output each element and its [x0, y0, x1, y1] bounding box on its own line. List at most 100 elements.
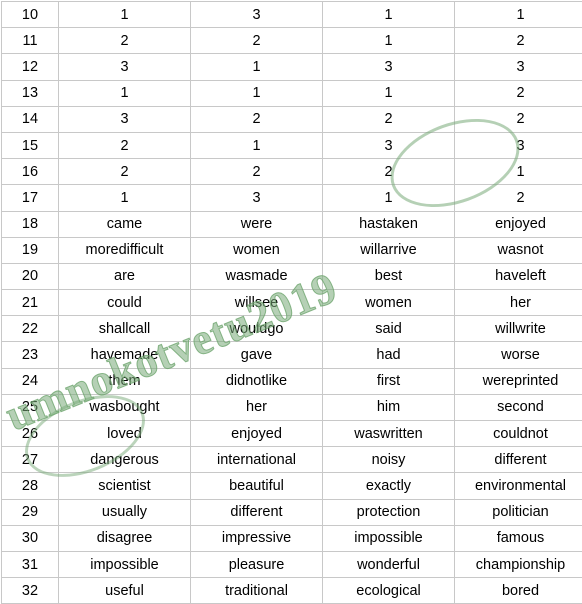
- row-number-cell[interactable]: 11: [2, 28, 59, 54]
- answer-cell-3[interactable]: exactly: [323, 473, 455, 499]
- answer-cell-2[interactable]: were: [191, 211, 323, 237]
- row-number-cell[interactable]: 15: [2, 132, 59, 158]
- answer-cell-3[interactable]: 2: [323, 159, 455, 185]
- answer-cell-4[interactable]: 2: [455, 28, 582, 54]
- answer-cell-2[interactable]: 1: [191, 54, 323, 80]
- answer-cell-1[interactable]: 1: [59, 185, 191, 211]
- answer-cell-1[interactable]: impossible: [59, 551, 191, 577]
- row-number-cell[interactable]: 16: [2, 159, 59, 185]
- answer-cell-2[interactable]: didnotlike: [191, 368, 323, 394]
- row-number-cell[interactable]: 18: [2, 211, 59, 237]
- answer-cell-4[interactable]: couldnot: [455, 421, 582, 447]
- answer-cell-3[interactable]: 2: [323, 106, 455, 132]
- answer-cell-2[interactable]: impressive: [191, 525, 323, 551]
- answer-cell-1[interactable]: 2: [59, 28, 191, 54]
- answer-cell-4[interactable]: wasnot: [455, 237, 582, 263]
- row-number-cell[interactable]: 32: [2, 578, 59, 604]
- answer-cell-2[interactable]: 2: [191, 28, 323, 54]
- answer-cell-3[interactable]: 1: [323, 2, 455, 28]
- answer-cell-2[interactable]: different: [191, 499, 323, 525]
- row-number-cell[interactable]: 20: [2, 263, 59, 289]
- answer-cell-2[interactable]: international: [191, 447, 323, 473]
- answer-cell-1[interactable]: 2: [59, 159, 191, 185]
- row-number-cell[interactable]: 24: [2, 368, 59, 394]
- answer-cell-1[interactable]: are: [59, 263, 191, 289]
- answer-cell-1[interactable]: usually: [59, 499, 191, 525]
- answer-cell-1[interactable]: havemade: [59, 342, 191, 368]
- answer-cell-4[interactable]: politician: [455, 499, 582, 525]
- row-number-cell[interactable]: 31: [2, 551, 59, 577]
- answer-cell-4[interactable]: 1: [455, 2, 582, 28]
- answer-cell-4[interactable]: environmental: [455, 473, 582, 499]
- answer-cell-3[interactable]: impossible: [323, 525, 455, 551]
- answer-cell-3[interactable]: hastaken: [323, 211, 455, 237]
- answer-cell-3[interactable]: first: [323, 368, 455, 394]
- row-number-cell[interactable]: 25: [2, 394, 59, 420]
- answer-cell-2[interactable]: enjoyed: [191, 421, 323, 447]
- answer-cell-2[interactable]: wasmade: [191, 263, 323, 289]
- answer-cell-1[interactable]: 1: [59, 2, 191, 28]
- answer-cell-2[interactable]: 3: [191, 185, 323, 211]
- answer-cell-1[interactable]: dangerous: [59, 447, 191, 473]
- answer-cell-1[interactable]: came: [59, 211, 191, 237]
- row-number-cell[interactable]: 22: [2, 316, 59, 342]
- answer-cell-2[interactable]: traditional: [191, 578, 323, 604]
- answer-cell-1[interactable]: loved: [59, 421, 191, 447]
- row-number-cell[interactable]: 23: [2, 342, 59, 368]
- answer-cell-4[interactable]: enjoyed: [455, 211, 582, 237]
- answer-cell-1[interactable]: 1: [59, 80, 191, 106]
- answer-cell-4[interactable]: 3: [455, 132, 582, 158]
- answer-cell-3[interactable]: wonderful: [323, 551, 455, 577]
- row-number-cell[interactable]: 19: [2, 237, 59, 263]
- answer-cell-1[interactable]: useful: [59, 578, 191, 604]
- answer-cell-4[interactable]: 3: [455, 54, 582, 80]
- answer-cell-1[interactable]: wasbought: [59, 394, 191, 420]
- answer-cell-1[interactable]: 3: [59, 54, 191, 80]
- answer-cell-3[interactable]: 3: [323, 132, 455, 158]
- answer-cell-4[interactable]: 2: [455, 80, 582, 106]
- row-number-cell[interactable]: 17: [2, 185, 59, 211]
- row-number-cell[interactable]: 12: [2, 54, 59, 80]
- answer-cell-1[interactable]: disagree: [59, 525, 191, 551]
- answer-cell-4[interactable]: different: [455, 447, 582, 473]
- row-number-cell[interactable]: 27: [2, 447, 59, 473]
- answer-cell-2[interactable]: women: [191, 237, 323, 263]
- answer-cell-2[interactable]: wouldgo: [191, 316, 323, 342]
- answer-cell-4[interactable]: 1: [455, 159, 582, 185]
- answer-cell-3[interactable]: willarrive: [323, 237, 455, 263]
- answer-cell-4[interactable]: second: [455, 394, 582, 420]
- answer-cell-2[interactable]: 2: [191, 159, 323, 185]
- row-number-cell[interactable]: 13: [2, 80, 59, 106]
- answer-cell-1[interactable]: moredifficult: [59, 237, 191, 263]
- answer-cell-4[interactable]: haveleft: [455, 263, 582, 289]
- answer-cell-3[interactable]: 1: [323, 80, 455, 106]
- answer-cell-4[interactable]: 2: [455, 106, 582, 132]
- answer-cell-4[interactable]: wereprinted: [455, 368, 582, 394]
- row-number-cell[interactable]: 30: [2, 525, 59, 551]
- answer-cell-1[interactable]: 3: [59, 106, 191, 132]
- row-number-cell[interactable]: 26: [2, 421, 59, 447]
- answer-cell-2[interactable]: gave: [191, 342, 323, 368]
- answer-cell-3[interactable]: 1: [323, 185, 455, 211]
- answer-cell-2[interactable]: willsee: [191, 290, 323, 316]
- answer-cell-1[interactable]: shallcall: [59, 316, 191, 342]
- answer-cell-3[interactable]: ecological: [323, 578, 455, 604]
- answer-cell-3[interactable]: 3: [323, 54, 455, 80]
- answer-cell-2[interactable]: 3: [191, 2, 323, 28]
- answer-cell-4[interactable]: championship: [455, 551, 582, 577]
- answer-cell-4[interactable]: 2: [455, 185, 582, 211]
- answer-cell-4[interactable]: famous: [455, 525, 582, 551]
- answer-cell-3[interactable]: women: [323, 290, 455, 316]
- answer-cell-1[interactable]: them: [59, 368, 191, 394]
- answer-cell-4[interactable]: bored: [455, 578, 582, 604]
- row-number-cell[interactable]: 10: [2, 2, 59, 28]
- answer-cell-3[interactable]: 1: [323, 28, 455, 54]
- answer-cell-3[interactable]: best: [323, 263, 455, 289]
- answer-cell-1[interactable]: scientist: [59, 473, 191, 499]
- answer-cell-3[interactable]: had: [323, 342, 455, 368]
- answer-cell-2[interactable]: beautiful: [191, 473, 323, 499]
- row-number-cell[interactable]: 28: [2, 473, 59, 499]
- answer-cell-2[interactable]: 1: [191, 132, 323, 158]
- answer-cell-1[interactable]: 2: [59, 132, 191, 158]
- answer-cell-4[interactable]: worse: [455, 342, 582, 368]
